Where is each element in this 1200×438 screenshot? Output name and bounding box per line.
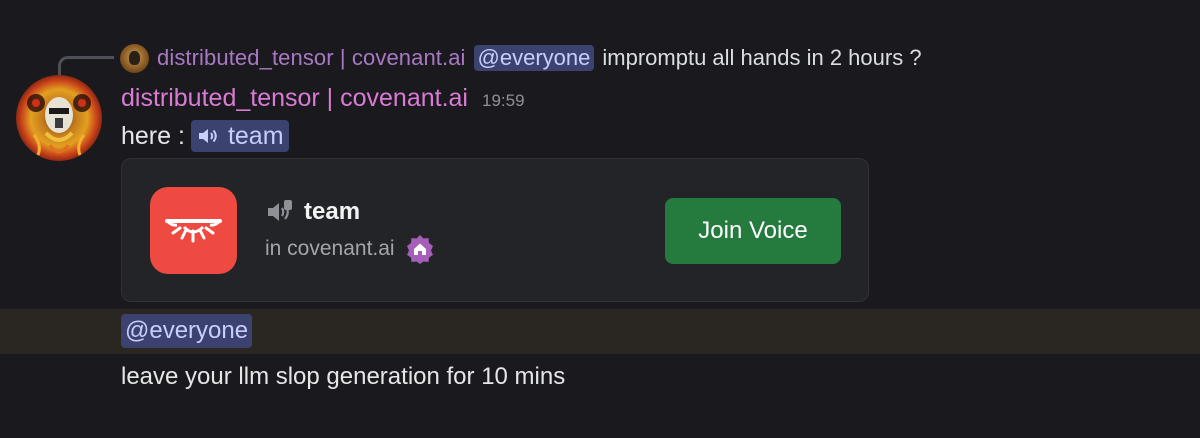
reply-mention[interactable]: @everyone xyxy=(473,45,595,71)
chat-view: distributed_tensor | covenant.ai @everyo… xyxy=(0,0,1200,438)
join-voice-button[interactable]: Join Voice xyxy=(665,198,841,264)
card-server-row: in covenant.ai xyxy=(265,234,435,264)
card-server-line: in covenant.ai xyxy=(265,237,395,260)
house-badge-icon xyxy=(406,235,433,264)
reply-avatar[interactable] xyxy=(120,43,149,73)
followup-mention[interactable]: @everyone xyxy=(121,314,253,348)
message-prefix: here : xyxy=(121,121,185,150)
voice-invite-card: team in covenant.ai Join Voice xyxy=(121,158,869,302)
message-body: here : team xyxy=(121,119,289,153)
winged-sun-icon xyxy=(165,219,222,243)
message-author[interactable]: distributed_tensor | covenant.ai xyxy=(121,84,468,113)
reply-author[interactable]: distributed_tensor | covenant.ai xyxy=(157,45,466,71)
card-title-row: team xyxy=(265,197,360,227)
server-icon[interactable] xyxy=(150,187,237,274)
reply-preview[interactable]: distributed_tensor | covenant.ai @everyo… xyxy=(120,43,922,73)
avatar-image xyxy=(16,75,102,161)
channel-mention-label: team xyxy=(227,121,284,150)
card-channel-name[interactable]: team xyxy=(304,198,360,226)
reply-text[interactable]: impromptu all hands in 2 hours ? xyxy=(602,45,921,71)
followup-text: leave your llm slop generation for 10 mi… xyxy=(121,363,566,390)
mention-highlight-row: @everyone xyxy=(0,309,1200,354)
message-header: distributed_tensor | covenant.ai 19:59 xyxy=(121,84,525,113)
channel-mention[interactable]: team xyxy=(190,120,289,152)
speaker-icon xyxy=(198,129,217,143)
voice-channel-icon xyxy=(268,200,292,221)
avatar[interactable] xyxy=(16,75,102,161)
message-timestamp[interactable]: 19:59 xyxy=(482,91,525,111)
